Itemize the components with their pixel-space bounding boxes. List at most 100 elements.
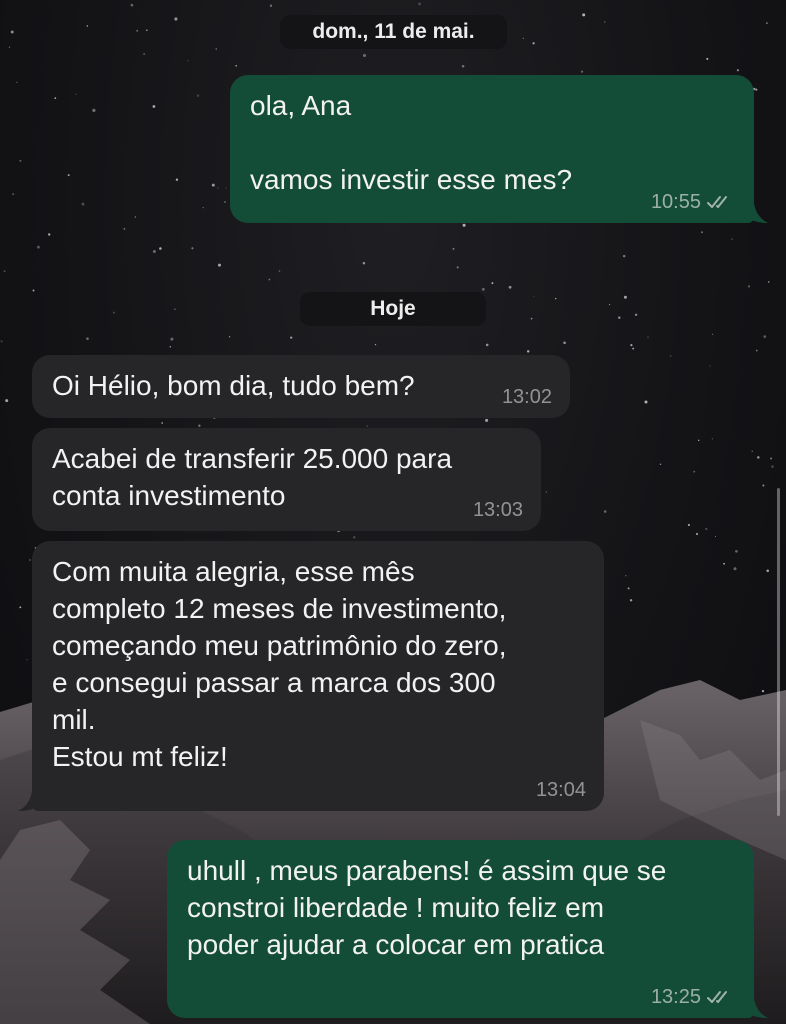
message-text: Com muita alegria, esse mês completo 12 … (52, 556, 507, 772)
double-check-icon (707, 991, 727, 1003)
star (67, 174, 70, 177)
message-meta: 13:04 (536, 779, 586, 801)
date-separator: dom., 11 de mai. (280, 15, 507, 49)
star (763, 335, 767, 338)
message-bubble-incoming[interactable]: Oi Hélio, bom dia, tudo bem? 13:02 (32, 355, 570, 418)
star (146, 29, 148, 31)
star (736, 69, 739, 72)
star (618, 316, 621, 319)
star (526, 350, 530, 353)
star (604, 21, 606, 23)
star (609, 304, 611, 306)
star (152, 250, 156, 253)
star (545, 491, 548, 493)
star (755, 349, 758, 352)
star (290, 336, 293, 339)
star (623, 295, 627, 299)
message-meta: 13:02 (502, 386, 552, 408)
star (159, 247, 162, 250)
bubble-tail (750, 998, 768, 1018)
star (622, 254, 626, 258)
double-check-icon (707, 196, 727, 208)
star (278, 270, 281, 272)
scrollbar[interactable] (777, 488, 780, 816)
star (143, 53, 145, 55)
star (217, 263, 222, 267)
star (36, 245, 40, 249)
star (174, 308, 176, 310)
star (762, 484, 765, 487)
star (532, 42, 535, 45)
star (630, 344, 633, 347)
star (191, 247, 194, 250)
star (647, 336, 649, 338)
star (462, 223, 466, 227)
star (130, 3, 134, 7)
message-text: Oi Hélio, bom dia, tudo bem? (52, 370, 415, 401)
star (0, 340, 3, 343)
star (48, 233, 51, 236)
star (765, 22, 768, 25)
star (530, 317, 533, 320)
message-bubble-incoming[interactable]: Com muita alegria, esse mês completo 12 … (32, 541, 604, 811)
star (644, 400, 648, 404)
star (582, 13, 586, 17)
star (452, 247, 455, 250)
star (211, 183, 215, 187)
star (580, 70, 584, 73)
star (603, 510, 607, 513)
star (86, 25, 89, 27)
star (3, 270, 6, 273)
star (714, 535, 717, 538)
star (563, 341, 566, 345)
star (228, 336, 231, 338)
star (152, 105, 156, 108)
star (196, 94, 200, 97)
star (19, 606, 22, 609)
star (659, 463, 662, 465)
star (735, 549, 738, 553)
star (16, 81, 18, 84)
star (723, 562, 725, 565)
star (706, 57, 709, 60)
star (362, 53, 367, 58)
bubble-tail (750, 203, 768, 223)
message-meta: 10:55 (651, 191, 736, 213)
star (352, 535, 356, 539)
star (767, 281, 770, 283)
star (86, 337, 89, 341)
star (491, 282, 494, 285)
message-text: uhull , meus parabens! é assim que se co… (187, 855, 667, 960)
star (235, 64, 238, 67)
star (695, 532, 699, 536)
star (755, 88, 758, 91)
star (747, 285, 751, 288)
star (187, 60, 189, 62)
message-time: 13:03 (472, 499, 523, 521)
star (198, 424, 201, 427)
star (771, 465, 774, 468)
star (456, 266, 459, 269)
star (485, 418, 489, 422)
star (709, 365, 711, 367)
star (705, 527, 708, 530)
star (224, 201, 226, 203)
star (217, 187, 219, 189)
star (134, 216, 136, 218)
star (75, 93, 77, 95)
message-text: Acabei de transferir 25.000 para conta i… (52, 443, 453, 511)
star (112, 311, 115, 314)
star (522, 37, 525, 40)
star (362, 261, 366, 265)
star (26, 659, 28, 661)
message-bubble-outgoing[interactable]: uhull , meus parabens! é assim que se co… (167, 840, 754, 1018)
message-meta: 13:25 (651, 986, 736, 1008)
message-bubble-outgoing[interactable]: ola, Ana vamos investir esse mes? 10:55 (230, 75, 754, 223)
star (669, 355, 672, 357)
message-bubble-incoming[interactable]: Acabei de transferir 25.000 para conta i… (32, 428, 541, 531)
star (700, 231, 703, 234)
star (92, 108, 96, 112)
star (508, 285, 512, 289)
star (687, 523, 690, 527)
star (374, 343, 377, 346)
